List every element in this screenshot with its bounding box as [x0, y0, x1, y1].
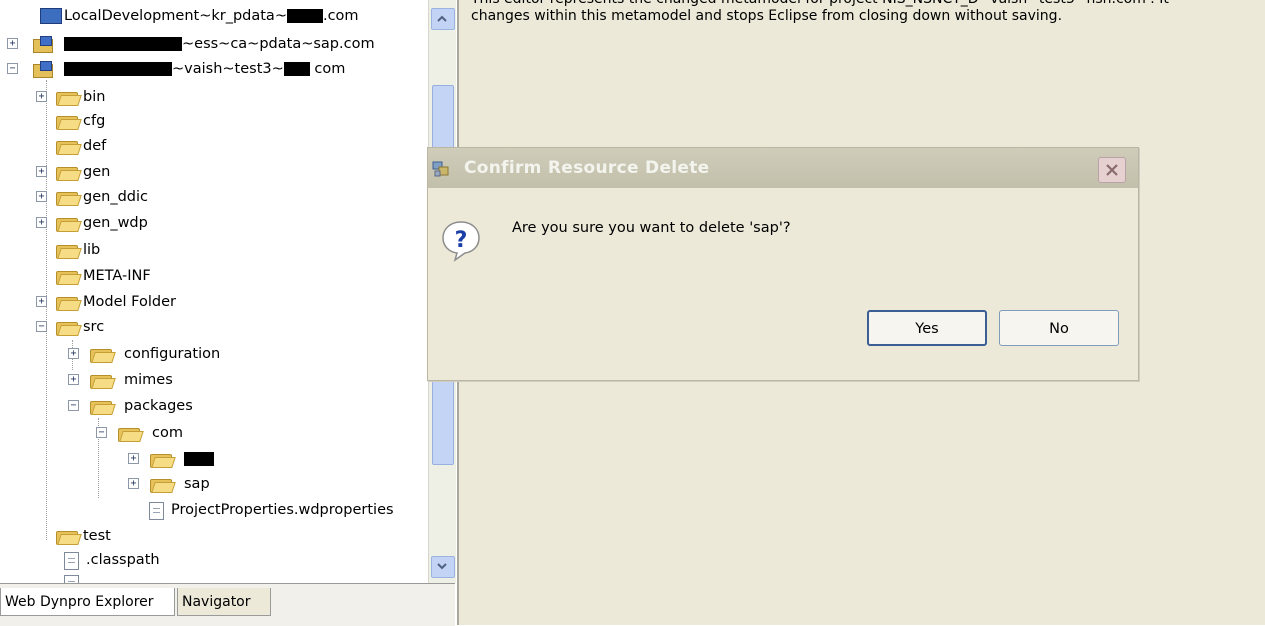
tree-item-label-suffix: .com — [322, 8, 359, 24]
scroll-up-button[interactable] — [431, 8, 455, 30]
svg-text:?: ? — [455, 228, 468, 253]
tree-item-label: META-INF — [83, 268, 151, 284]
redacted-block — [64, 62, 172, 76]
dialog-title: Confirm Resource Delete — [464, 158, 710, 178]
expand-icon[interactable]: + — [36, 191, 47, 202]
tab-navigator[interactable]: Navigator — [177, 588, 271, 616]
editor-info-line: changes within this metamodel and stops … — [471, 8, 1063, 24]
tree-item-label: LocalDevelopment~kr_pdata~ — [64, 8, 287, 24]
yes-button[interactable]: Yes — [867, 310, 987, 346]
folder-icon — [90, 347, 116, 363]
tree-item-label: com — [152, 425, 183, 441]
expand-icon[interactable]: + — [68, 348, 79, 359]
folder-icon — [56, 269, 82, 285]
tree-item-label: gen — [83, 164, 111, 180]
view-tab-strip: Web Dynpro Explorer Navigator — [0, 583, 455, 626]
expand-icon[interactable]: + — [36, 166, 47, 177]
folder-icon — [150, 452, 176, 468]
tree-guide-line — [46, 80, 47, 540]
folder-icon — [150, 477, 176, 493]
folder-icon — [56, 90, 82, 106]
dialog-titlebar[interactable]: Confirm Resource Delete — [428, 148, 1138, 188]
folder-icon — [56, 243, 82, 259]
file-icon — [64, 552, 79, 570]
expand-icon[interactable]: + — [7, 38, 18, 49]
collapse-icon[interactable]: − — [7, 63, 18, 74]
tree-item-label: test — [83, 528, 111, 544]
expand-icon[interactable]: + — [36, 217, 47, 228]
collapse-icon[interactable]: − — [96, 427, 107, 438]
question-icon: ? — [442, 221, 480, 262]
tree-item-label: bin — [83, 89, 106, 105]
tree-item-label: ~ess~ca~pdata~sap.com — [182, 36, 375, 52]
tree-item-label: Model Folder — [83, 294, 176, 310]
scroll-up-icon — [437, 15, 447, 22]
expand-icon[interactable]: + — [68, 374, 79, 385]
tree-item-label-suffix: com — [314, 61, 346, 77]
eclipse-app-icon — [432, 161, 449, 177]
tree-item-label: .classpath — [86, 552, 160, 568]
project-icon — [33, 61, 53, 78]
tree-item-label: mimes — [124, 372, 173, 388]
folder-icon — [118, 426, 144, 442]
expand-icon[interactable]: + — [128, 453, 139, 464]
tree-item-label: ~vaish~test3~ — [172, 61, 284, 77]
tree-item-label: cfg — [83, 113, 106, 129]
web-dynpro-explorer-tree[interactable]: LocalDevelopment~kr_pdata~ .com + ~ess~ca… — [0, 0, 428, 583]
folder-icon — [56, 165, 82, 181]
tree-item-label: sap — [184, 476, 210, 492]
file-icon — [149, 502, 164, 520]
tree-item-label: gen_wdp — [83, 215, 148, 231]
expand-icon[interactable]: + — [128, 478, 139, 489]
collapse-icon[interactable]: − — [36, 321, 47, 332]
close-icon — [1106, 164, 1118, 176]
tree-item-label: ProjectProperties.wdproperties — [171, 502, 394, 518]
redacted-block — [64, 37, 182, 51]
folder-icon — [90, 399, 116, 415]
scroll-down-button[interactable] — [431, 556, 455, 578]
scroll-down-icon — [437, 563, 447, 570]
folder-icon — [90, 373, 116, 389]
folder-icon — [56, 320, 82, 336]
expand-icon[interactable]: + — [36, 296, 47, 307]
workspace-icon — [40, 8, 62, 24]
folder-icon — [56, 190, 82, 206]
folder-icon — [56, 295, 82, 311]
collapse-icon[interactable]: − — [68, 400, 79, 411]
tree-item-label: def — [83, 138, 107, 154]
dialog-message: Are you sure you want to delete 'sap'? — [512, 220, 791, 236]
tree-item-label: packages — [124, 398, 193, 414]
tab-web-dynpro-explorer[interactable]: Web Dynpro Explorer — [0, 588, 175, 616]
expand-icon[interactable]: + — [36, 91, 47, 102]
project-icon — [33, 36, 53, 53]
folder-icon — [56, 114, 82, 130]
redacted-block — [286, 9, 323, 23]
file-icon — [64, 575, 79, 583]
tree-item-label: src — [83, 319, 105, 335]
folder-icon — [56, 529, 82, 545]
folder-icon — [56, 216, 82, 232]
redacted-block — [184, 452, 214, 466]
confirm-resource-delete-dialog: Confirm Resource Delete ? Are you sure y… — [427, 147, 1139, 381]
folder-icon — [56, 139, 82, 155]
tree-item-label: configuration — [124, 346, 221, 362]
no-button[interactable]: No — [999, 310, 1119, 346]
tree-item-label: lib — [83, 242, 101, 258]
tree-item-label: gen_ddic — [83, 189, 148, 205]
dialog-close-button[interactable] — [1098, 157, 1126, 183]
redacted-block — [283, 62, 310, 76]
